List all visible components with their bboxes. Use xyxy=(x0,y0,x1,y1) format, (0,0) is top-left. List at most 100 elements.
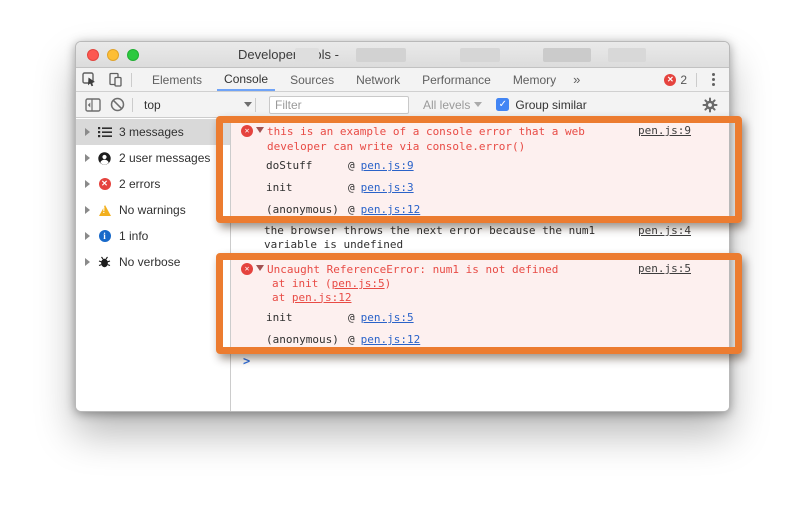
tab-performance[interactable]: Performance xyxy=(415,68,498,91)
sidebar-item-messages[interactable]: 3 messages xyxy=(76,119,230,145)
sidebar-item-label: 3 messages xyxy=(119,125,184,139)
log-message-text: the browser throws the next error becaus… xyxy=(264,224,595,256)
sidebar-item-label: No verbose xyxy=(119,255,180,269)
sidebar-item-label: No warnings xyxy=(119,203,186,217)
log-levels-dropdown[interactable]: All levels xyxy=(423,98,482,112)
titlebar: Developer Tools - xyxy=(76,42,729,68)
console-error-message: ✕ Uncaught ReferenceError: num1 is not d… xyxy=(231,257,729,350)
sidebar-item-user-messages[interactable]: 2 user messages xyxy=(76,145,230,171)
console-toolbar: top All levels ✓ Group similar xyxy=(76,92,729,118)
stack-frame-link[interactable]: pen.js:9 xyxy=(361,159,414,172)
devtools-tabbar: Elements Console Sources Network Perform… xyxy=(76,68,729,92)
redacted-area xyxy=(543,48,591,62)
log-levels-label: All levels xyxy=(423,98,470,112)
sidebar-item-verbose[interactable]: No verbose xyxy=(76,249,230,275)
source-location-link[interactable]: pen.js:5 xyxy=(332,277,385,290)
source-location-link[interactable]: pen.js:9 xyxy=(638,124,691,137)
error-at-line: at pen.js:12 xyxy=(272,291,638,305)
window-title: Developer Tools - xyxy=(238,47,339,62)
error-icon: ✕ xyxy=(241,263,253,275)
source-location-link[interactable]: pen.js:5 xyxy=(638,262,691,275)
console-prompt[interactable]: > xyxy=(231,350,729,368)
minimize-window-button[interactable] xyxy=(107,49,119,61)
stack-frame-link[interactable]: pen.js:12 xyxy=(361,333,421,346)
sidebar-item-errors[interactable]: ✕ 2 errors xyxy=(76,171,230,197)
stack-frame-link[interactable]: pen.js:5 xyxy=(361,311,414,324)
disclosure-triangle-icon[interactable] xyxy=(85,206,90,214)
expand-triangle-icon[interactable] xyxy=(256,127,264,133)
screenshot-page: Developer Tools - E xyxy=(0,0,800,505)
disclosure-triangle-icon[interactable] xyxy=(85,180,90,188)
devtools-window: Developer Tools - E xyxy=(75,41,730,412)
stack-frame: (anonymous) @ pen.js:12 xyxy=(266,203,729,216)
divider xyxy=(132,98,133,112)
sidebar-item-label: 1 info xyxy=(119,229,148,243)
divider xyxy=(696,73,697,87)
console-content: 3 messages 2 user messages xyxy=(76,118,729,412)
panel-tabs: Elements Console Sources Network Perform… xyxy=(141,68,586,91)
stack-frame-link[interactable]: pen.js:12 xyxy=(361,203,421,216)
disclosure-triangle-icon[interactable] xyxy=(85,128,90,136)
tab-network[interactable]: Network xyxy=(349,68,407,91)
error-count: 2 xyxy=(680,73,687,87)
tab-sources[interactable]: Sources xyxy=(283,68,341,91)
group-similar-label: Group similar xyxy=(515,98,586,112)
devtools-menu-icon[interactable] xyxy=(706,69,721,90)
traffic-lights xyxy=(87,49,139,61)
error-message-text: this is an example of a console error th… xyxy=(267,124,638,154)
source-location-link[interactable]: pen.js:12 xyxy=(292,291,352,304)
error-icon: ✕ xyxy=(97,178,112,190)
redacted-area xyxy=(295,48,319,62)
sidebar-item-warnings[interactable]: No warnings xyxy=(76,197,230,223)
expand-triangle-icon[interactable] xyxy=(256,265,264,271)
execution-context-selector[interactable]: top xyxy=(144,98,252,112)
disclosure-triangle-icon[interactable] xyxy=(85,258,90,266)
zoom-window-button[interactable] xyxy=(127,49,139,61)
device-toolbar-icon[interactable] xyxy=(102,68,128,91)
disclosure-triangle-icon[interactable] xyxy=(85,154,90,162)
stack-frame: doStuff @ pen.js:9 xyxy=(266,159,729,172)
info-icon: i xyxy=(97,230,112,242)
error-icon: ✕ xyxy=(664,74,676,86)
redacted-area xyxy=(356,48,406,62)
error-icon: ✕ xyxy=(241,125,253,137)
context-label: top xyxy=(144,98,161,112)
tabbar-right: ✕ 2 xyxy=(664,68,729,91)
error-message-text: Uncaught ReferenceError: num1 is not def… xyxy=(267,262,638,304)
console-log-message: the browser throws the next error becaus… xyxy=(231,220,729,257)
stack-trace: init @ pen.js:5 (anonymous) @ pen.js:12 xyxy=(231,311,729,346)
more-tabs-chevron[interactable]: » xyxy=(567,68,586,91)
filter-input[interactable] xyxy=(269,96,409,114)
error-at-line: at init (pen.js:5) xyxy=(272,277,638,291)
tab-elements[interactable]: Elements xyxy=(145,68,209,91)
stack-frame: init @ pen.js:3 xyxy=(266,181,729,194)
messages-list-icon xyxy=(97,126,112,138)
chevron-down-icon xyxy=(244,102,252,107)
chevron-down-icon xyxy=(474,102,482,107)
tab-console[interactable]: Console xyxy=(217,68,275,91)
error-count-badge[interactable]: ✕ 2 xyxy=(664,73,687,87)
inspect-element-icon[interactable] xyxy=(76,68,102,91)
sidebar-item-info[interactable]: i 1 info xyxy=(76,223,230,249)
sidebar-item-label: 2 user messages xyxy=(119,151,210,165)
sidebar-item-label: 2 errors xyxy=(119,177,160,191)
prompt-chevron-icon: > xyxy=(243,354,250,368)
stack-frame: init @ pen.js:5 xyxy=(266,311,729,324)
divider xyxy=(131,73,132,87)
stack-frame-link[interactable]: pen.js:3 xyxy=(361,181,414,194)
user-icon xyxy=(97,152,112,165)
tab-memory[interactable]: Memory xyxy=(506,68,563,91)
close-window-button[interactable] xyxy=(87,49,99,61)
stack-frame: (anonymous) @ pen.js:12 xyxy=(266,333,729,346)
console-error-message: ✕ this is an example of a console error … xyxy=(231,118,729,220)
group-similar-toggle[interactable]: ✓ Group similar xyxy=(496,98,586,112)
clear-console-icon[interactable] xyxy=(105,94,129,116)
source-location-link[interactable]: pen.js:4 xyxy=(638,224,691,256)
console-settings-gear-icon[interactable] xyxy=(702,97,718,113)
console-sidebar-toggle-icon[interactable] xyxy=(81,94,105,116)
redacted-area xyxy=(460,48,500,62)
checkbox-checked-icon[interactable]: ✓ xyxy=(496,98,509,111)
console-messages: ✕ this is an example of a console error … xyxy=(231,118,729,412)
disclosure-triangle-icon[interactable] xyxy=(85,232,90,240)
divider xyxy=(255,98,256,112)
